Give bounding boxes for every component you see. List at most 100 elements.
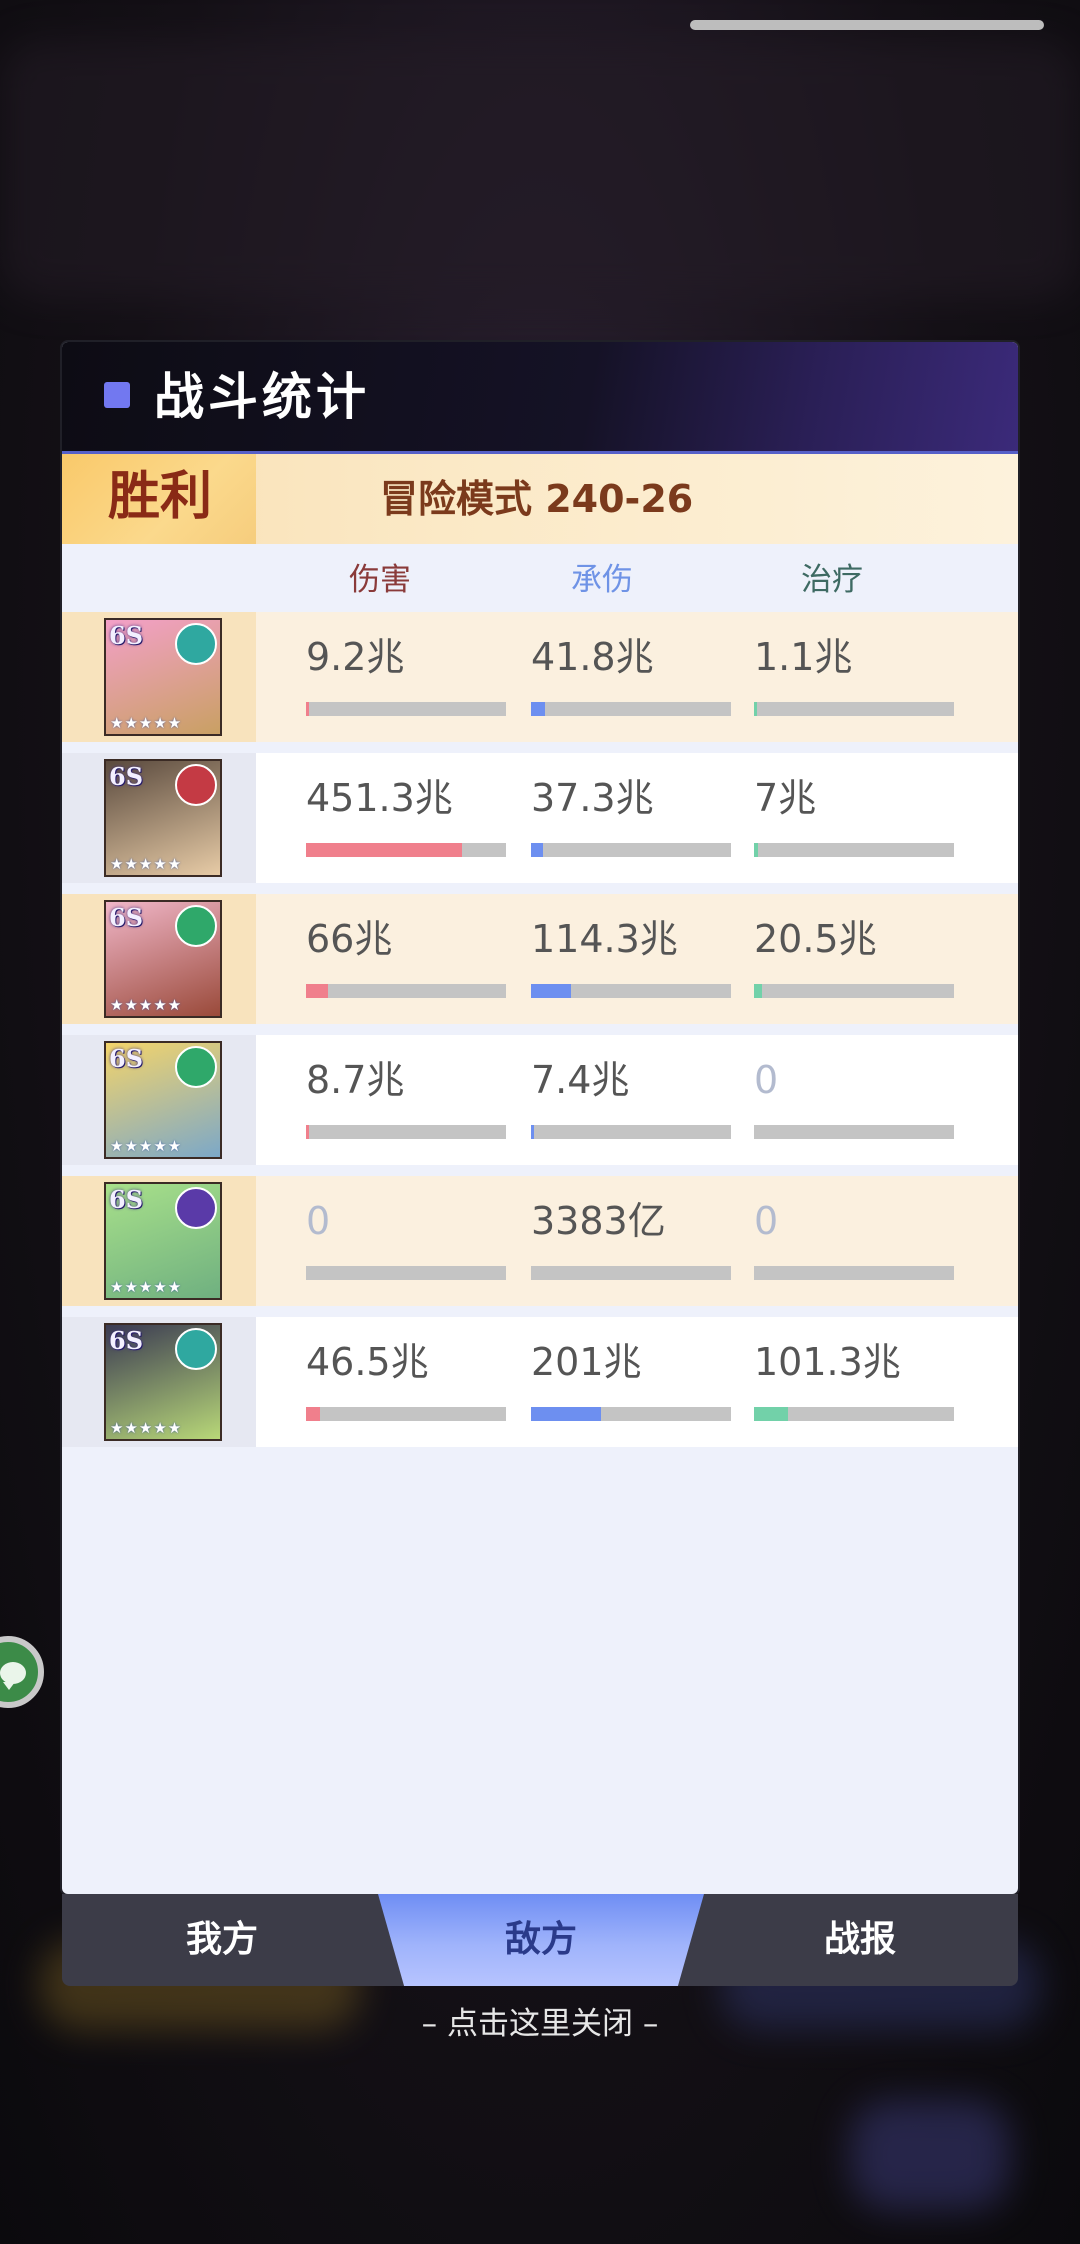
taken-value: 41.8兆 bbox=[531, 635, 654, 679]
hero-stat-row: 6S ★★★★★ 46.5兆 201兆 101.3兆 bbox=[62, 1317, 1018, 1447]
taken-value: 201兆 bbox=[531, 1340, 642, 1384]
damage-value: 0 bbox=[306, 1199, 331, 1243]
hero-portrait[interactable]: 6S ★★★★★ bbox=[104, 900, 222, 1018]
heal-bar bbox=[754, 984, 954, 998]
damage-bar-fill bbox=[306, 1125, 309, 1139]
heal-value: 7兆 bbox=[754, 776, 817, 820]
star-rating-icon: ★★★★★ bbox=[110, 1278, 183, 1296]
swirl-icon bbox=[175, 1328, 217, 1370]
tab-enemy[interactable]: 敌方 bbox=[378, 1894, 704, 1986]
hero-stat-row: 6S ★★★★★ 0 3383亿 0 bbox=[62, 1176, 1018, 1306]
damage-bar bbox=[306, 843, 506, 857]
home-indicator[interactable] bbox=[690, 20, 1044, 30]
panel-title: 战斗统计 bbox=[154, 368, 370, 426]
background-blur-corner bbox=[850, 2100, 1010, 2210]
taken-bar-fill bbox=[531, 1407, 601, 1421]
column-header-damage: 伤害 bbox=[349, 562, 411, 598]
damage-bar-fill bbox=[306, 984, 328, 998]
hero-portrait[interactable]: 6S ★★★★★ bbox=[104, 759, 222, 877]
damage-bar bbox=[306, 1125, 506, 1139]
star-rating-icon: ★★★★★ bbox=[110, 714, 183, 732]
tier-badge: 6S bbox=[109, 903, 144, 932]
heal-value: 0 bbox=[754, 1199, 779, 1243]
hero-stat-row: 6S ★★★★★ 8.7兆 7.4兆 0 bbox=[62, 1035, 1018, 1165]
damage-bar-fill bbox=[306, 843, 462, 857]
taken-value: 7.4兆 bbox=[531, 1058, 630, 1102]
result-bar: 胜利 冒险模式 240-26 bbox=[62, 454, 1018, 544]
hero-stat-row: 6S ★★★★★ 66兆 114.3兆 20.5兆 bbox=[62, 894, 1018, 1024]
column-header-taken: 承伤 bbox=[571, 562, 633, 598]
heal-bar bbox=[754, 1407, 954, 1421]
hero-portrait[interactable]: 6S ★★★★★ bbox=[104, 1323, 222, 1441]
hero-portrait[interactable]: 6S ★★★★★ bbox=[104, 618, 222, 736]
tab-ours[interactable]: 我方 bbox=[62, 1894, 382, 1986]
damage-bar-fill bbox=[306, 702, 309, 716]
portrait-cell: 6S ★★★★★ bbox=[62, 753, 256, 883]
taken-bar bbox=[531, 1266, 731, 1280]
star-rating-icon: ★★★★★ bbox=[110, 996, 183, 1014]
gem-icon bbox=[175, 905, 217, 947]
close-hint-button[interactable]: – 点击这里关闭 – bbox=[0, 2002, 1080, 2046]
taken-bar-fill bbox=[531, 843, 543, 857]
damage-bar bbox=[306, 1266, 506, 1280]
heal-value: 20.5兆 bbox=[754, 917, 877, 961]
heal-value: 0 bbox=[754, 1058, 779, 1102]
heal-value: 101.3兆 bbox=[754, 1340, 901, 1384]
taken-bar bbox=[531, 984, 731, 998]
damage-bar bbox=[306, 1407, 506, 1421]
team-tab-bar: 我方 敌方 战报 bbox=[62, 1894, 1018, 1986]
damage-value: 9.2兆 bbox=[306, 635, 405, 679]
hero-portrait[interactable]: 6S ★★★★★ bbox=[104, 1182, 222, 1300]
taken-value: 3383亿 bbox=[531, 1199, 666, 1243]
swirl-icon bbox=[175, 623, 217, 665]
taken-bar bbox=[531, 702, 731, 716]
heal-value: 1.1兆 bbox=[754, 635, 853, 679]
battle-stats-panel: 战斗统计 胜利 冒险模式 240-26 伤害 承伤 治疗 6S ★★★★★ 9.2兆… bbox=[62, 342, 1018, 1894]
damage-value: 451.3兆 bbox=[306, 776, 453, 820]
hero-stat-row: 6S ★★★★★ 9.2兆 41.8兆 1.1兆 bbox=[62, 612, 1018, 742]
tier-badge: 6S bbox=[109, 621, 144, 650]
heal-bar bbox=[754, 1125, 954, 1139]
heal-bar-fill bbox=[754, 1407, 788, 1421]
panel-header: 战斗统计 bbox=[62, 342, 1018, 454]
tier-badge: 6S bbox=[109, 1326, 144, 1355]
chat-float-button[interactable] bbox=[0, 1636, 44, 1708]
taken-value: 37.3兆 bbox=[531, 776, 654, 820]
portrait-cell: 6S ★★★★★ bbox=[62, 1317, 256, 1447]
taken-bar bbox=[531, 1407, 731, 1421]
column-header-heal: 治疗 bbox=[801, 562, 863, 598]
taken-bar bbox=[531, 843, 731, 857]
tier-badge: 6S bbox=[109, 1185, 144, 1214]
hero-portrait[interactable]: 6S ★★★★★ bbox=[104, 1041, 222, 1159]
chat-icon bbox=[0, 1662, 26, 1690]
heal-bar bbox=[754, 1266, 954, 1280]
taken-value: 114.3兆 bbox=[531, 917, 678, 961]
title-marker-icon bbox=[104, 382, 130, 408]
portrait-cell: 6S ★★★★★ bbox=[62, 612, 256, 742]
heal-bar bbox=[754, 702, 954, 716]
tab-report[interactable]: 战报 bbox=[702, 1894, 1018, 1986]
star-rating-icon: ★★★★★ bbox=[110, 855, 183, 873]
taken-bar-fill bbox=[531, 1125, 534, 1139]
victory-label: 胜利 bbox=[108, 466, 213, 527]
gem-icon bbox=[175, 764, 217, 806]
heal-bar-fill bbox=[754, 843, 758, 857]
taken-bar-fill bbox=[531, 984, 571, 998]
damage-value: 46.5兆 bbox=[306, 1340, 429, 1384]
tier-badge: 6S bbox=[109, 1044, 144, 1073]
damage-bar bbox=[306, 984, 506, 998]
taken-bar-fill bbox=[531, 702, 545, 716]
gem-icon bbox=[175, 1046, 217, 1088]
portrait-cell: 6S ★★★★★ bbox=[62, 1176, 256, 1306]
damage-bar-fill bbox=[306, 1407, 320, 1421]
heal-bar-fill bbox=[754, 984, 762, 998]
star-rating-icon: ★★★★★ bbox=[110, 1419, 183, 1437]
hero-stat-row: 6S ★★★★★ 451.3兆 37.3兆 7兆 bbox=[62, 753, 1018, 883]
damage-bar bbox=[306, 702, 506, 716]
tier-badge: 6S bbox=[109, 762, 144, 791]
portrait-cell: 6S ★★★★★ bbox=[62, 894, 256, 1024]
background-blur-top bbox=[0, 40, 1080, 300]
star-rating-icon: ★★★★★ bbox=[110, 1137, 183, 1155]
heal-bar bbox=[754, 843, 954, 857]
heal-bar-fill bbox=[754, 702, 757, 716]
